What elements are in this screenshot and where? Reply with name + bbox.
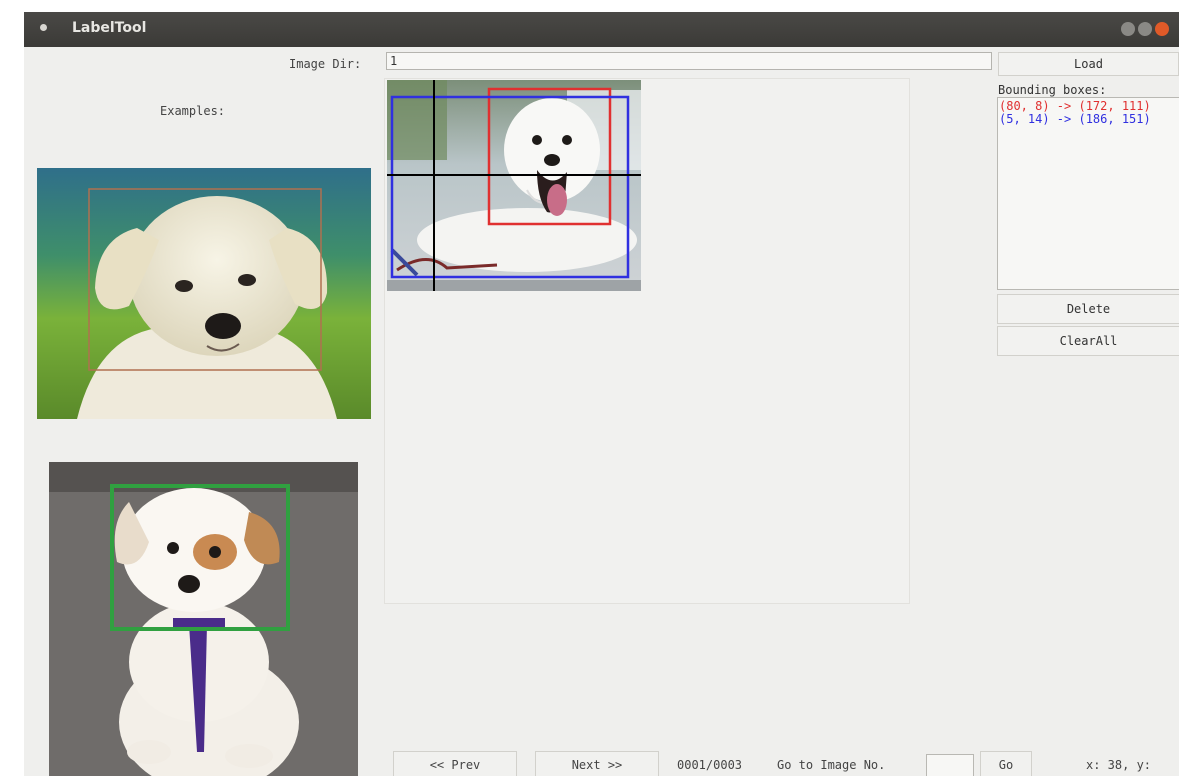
prev-button[interactable]: << Prev [393,751,517,776]
delete-button[interactable]: Delete [997,294,1179,324]
example-image-1 [37,168,371,419]
maximize-button[interactable] [1138,22,1152,36]
image-progress: 0001/0003 [677,758,743,772]
goto-image-input[interactable] [926,754,974,776]
crosshair-vertical [433,80,435,291]
title-bar: LabelTool [24,12,1179,47]
bounding-boxes-label: Bounding boxes: [998,83,1107,97]
goto-image-label: Go to Image No. [777,758,886,772]
next-button[interactable]: Next >> [535,751,659,776]
window-title: LabelTool [72,20,147,36]
close-button[interactable] [1155,22,1169,36]
image-dir-label: Image Dir: [289,57,362,71]
go-button[interactable]: Go [980,751,1032,776]
cursor-coordinates: x: 38, y: [1086,758,1152,772]
current-image[interactable] [387,80,641,291]
example-image-2 [49,462,358,776]
minimize-button[interactable] [1121,22,1135,36]
app-icon [40,24,47,31]
bbox-item[interactable]: (5, 14) -> (186, 151) [999,113,1178,126]
clear-all-button[interactable]: ClearAll [997,326,1179,356]
load-button[interactable]: Load [998,52,1179,76]
image-dir-input[interactable]: 1 [386,52,992,70]
examples-label: Examples: [160,104,226,118]
crosshair-horizontal [387,174,641,176]
bounding-boxes-list[interactable]: (80, 8) -> (172, 111) (5, 14) -> (186, 1… [997,97,1179,290]
